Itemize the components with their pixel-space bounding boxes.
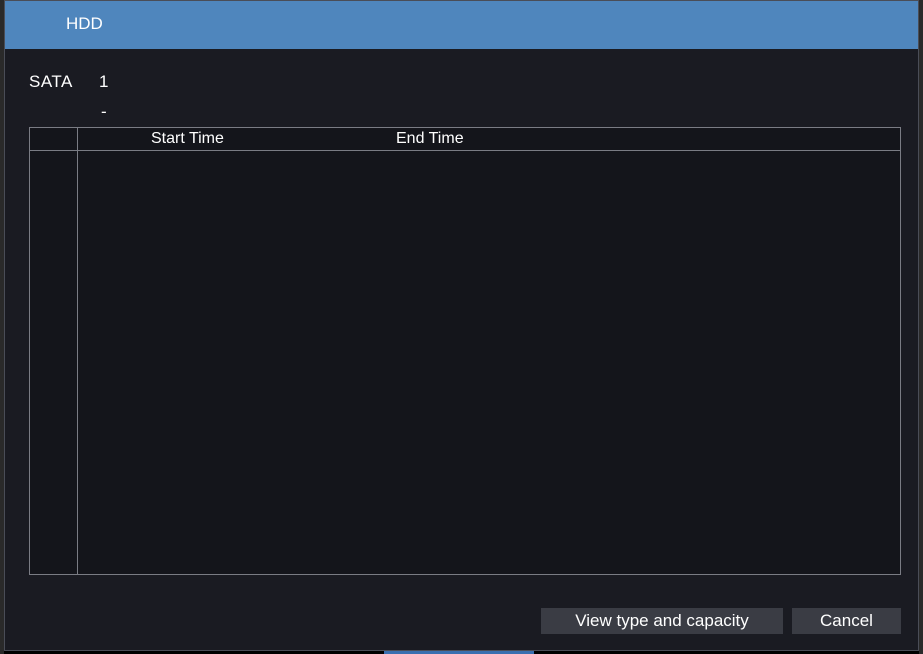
table-header: Start Time End Time [30,128,900,151]
sata-dash: - [101,102,107,121]
column-header-start-time[interactable]: Start Time [151,130,224,148]
cancel-button[interactable]: Cancel [792,608,901,634]
dialog-titlebar[interactable]: HDD [5,1,918,49]
column-header-end-time[interactable]: End Time [396,130,464,148]
dialog-title: HDD [66,14,103,33]
sata-label: SATA [29,72,73,91]
index-column-divider [77,128,78,574]
record-time-table[interactable]: Start Time End Time [29,127,901,575]
background-right-edge [919,0,923,654]
view-type-capacity-button[interactable]: View type and capacity [541,608,783,634]
hdd-dialog: HDD SATA 1 - Start Time End Time View ty… [4,0,919,651]
sata-number: 1 [99,72,109,91]
